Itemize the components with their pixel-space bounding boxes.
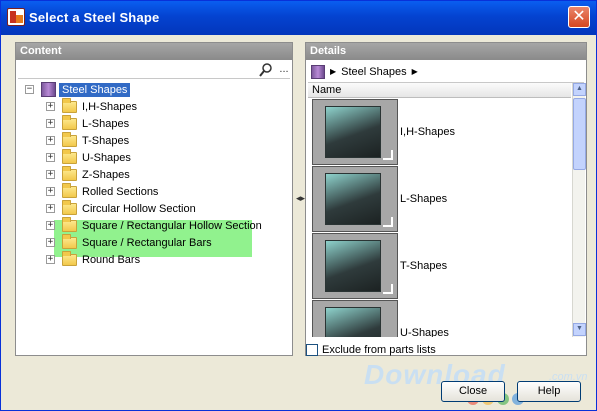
- name-column-header[interactable]: Name: [308, 83, 571, 98]
- folder-icon: [62, 233, 77, 249]
- tree-item[interactable]: + Square / Rectangular Hollow Section: [46, 216, 262, 234]
- app-icon: [7, 8, 25, 26]
- collapse-icon[interactable]: −: [25, 85, 34, 94]
- tree-item-label[interactable]: I,H-Shapes: [82, 101, 137, 113]
- list-item-label: I,H-Shapes: [400, 126, 456, 138]
- tree-item-label[interactable]: Square / Rectangular Hollow Section: [82, 220, 262, 232]
- steel-shapes-icon: [311, 64, 325, 79]
- list-item-label: T-Shapes: [400, 260, 448, 272]
- tree-item-label[interactable]: U-Shapes: [82, 152, 131, 164]
- list-item[interactable]: U-Shapes: [308, 300, 571, 337]
- tree-item[interactable]: + T-Shapes: [46, 131, 129, 149]
- dialog-window: Select a Steel Shape ✕ Content ... − Ste…: [0, 0, 597, 411]
- tree-item[interactable]: + U-Shapes: [46, 148, 131, 166]
- shape-thumbnail: [312, 233, 398, 299]
- search-icon[interactable]: [258, 62, 274, 78]
- expand-icon[interactable]: +: [46, 187, 55, 196]
- expand-icon[interactable]: +: [46, 136, 55, 145]
- folder-icon: [62, 165, 77, 181]
- shape-thumbnail: [312, 166, 398, 232]
- tree-item[interactable]: + I,H-Shapes: [46, 97, 137, 115]
- details-panel: Details ▶ Steel Shapes ▶ Name I,H-Shapes…: [305, 42, 587, 356]
- scroll-thumb[interactable]: [573, 98, 586, 170]
- tree-item[interactable]: + Rolled Sections: [46, 182, 158, 200]
- tree-item-label[interactable]: T-Shapes: [82, 135, 129, 147]
- expand-icon[interactable]: +: [46, 119, 55, 128]
- scroll-up-icon[interactable]: ▲: [573, 83, 586, 96]
- list-item-label: L-Shapes: [400, 193, 448, 205]
- tree-item[interactable]: + Round Bars: [46, 250, 140, 268]
- content-panel-header: Content: [16, 43, 292, 60]
- shape-thumbnail: [312, 300, 398, 337]
- shape-thumbnail: [312, 99, 398, 165]
- folder-icon: [62, 216, 77, 232]
- list-item[interactable]: I,H-Shapes: [308, 99, 571, 167]
- search-input[interactable]: [18, 62, 254, 78]
- list-item[interactable]: L-Shapes: [308, 166, 571, 234]
- folder-icon: [62, 199, 77, 215]
- tree-item[interactable]: + Square / Rectangular Bars: [46, 233, 212, 251]
- title-bar: Select a Steel Shape ✕: [1, 1, 596, 35]
- splitter-handle-icon[interactable]: ◂▸: [296, 193, 305, 204]
- folder-icon: [62, 131, 77, 147]
- more-options-button[interactable]: ...: [276, 62, 292, 78]
- breadcrumb-arrow-icon[interactable]: ▶: [412, 67, 418, 76]
- exclude-checkbox[interactable]: [306, 344, 318, 356]
- tree-item-label[interactable]: Z-Shapes: [82, 169, 130, 181]
- tree-item-label[interactable]: Square / Rectangular Bars: [82, 237, 212, 249]
- expand-icon[interactable]: +: [46, 255, 55, 264]
- list-item-label: U-Shapes: [400, 327, 449, 337]
- tree-item-label[interactable]: Rolled Sections: [82, 186, 158, 198]
- folder-icon: [62, 250, 77, 266]
- expand-icon[interactable]: +: [46, 238, 55, 247]
- tree-item[interactable]: + Z-Shapes: [46, 165, 130, 183]
- expand-icon[interactable]: +: [46, 102, 55, 111]
- list-item[interactable]: T-Shapes: [308, 233, 571, 301]
- folder-icon: [62, 182, 77, 198]
- exclude-label: Exclude from parts lists: [322, 344, 436, 356]
- tree-item-label[interactable]: Circular Hollow Section: [82, 203, 196, 215]
- window-title: Select a Steel Shape: [29, 10, 160, 25]
- exclude-option[interactable]: Exclude from parts lists: [306, 344, 436, 356]
- folder-icon: [62, 148, 77, 164]
- expand-icon[interactable]: +: [46, 170, 55, 179]
- breadcrumb: ▶ Steel Shapes ▶: [308, 61, 584, 83]
- folder-icon: [62, 114, 77, 130]
- breadcrumb-item[interactable]: Steel Shapes: [341, 66, 406, 78]
- close-window-button[interactable]: ✕: [568, 6, 590, 28]
- expand-icon[interactable]: +: [46, 204, 55, 213]
- scroll-down-icon[interactable]: ▼: [573, 323, 586, 336]
- tree-item[interactable]: + Circular Hollow Section: [46, 199, 196, 217]
- breadcrumb-arrow-icon[interactable]: ▶: [330, 67, 336, 76]
- tree-item[interactable]: + L-Shapes: [46, 114, 129, 132]
- details-scrollbar[interactable]: ▲ ▼: [572, 83, 586, 337]
- tree-item-label[interactable]: Round Bars: [82, 254, 140, 266]
- tree-root-row[interactable]: − Steel Shapes: [25, 81, 131, 98]
- tree-item-label[interactable]: L-Shapes: [82, 118, 129, 130]
- search-row: ...: [18, 61, 290, 79]
- expand-icon[interactable]: +: [46, 221, 55, 230]
- folder-icon: [62, 97, 77, 113]
- expand-icon[interactable]: +: [46, 153, 55, 162]
- close-button[interactable]: Close: [441, 381, 505, 402]
- steel-shapes-icon: [41, 82, 56, 97]
- details-panel-header: Details: [306, 43, 586, 60]
- content-panel: Content ... − Steel Shapes + I,H-Shapes: [15, 42, 293, 356]
- tree-root-label[interactable]: Steel Shapes: [59, 82, 131, 97]
- help-button[interactable]: Help: [517, 381, 581, 402]
- shape-list: I,H-Shapes L-Shapes T-Shapes U-Shapes: [308, 99, 571, 337]
